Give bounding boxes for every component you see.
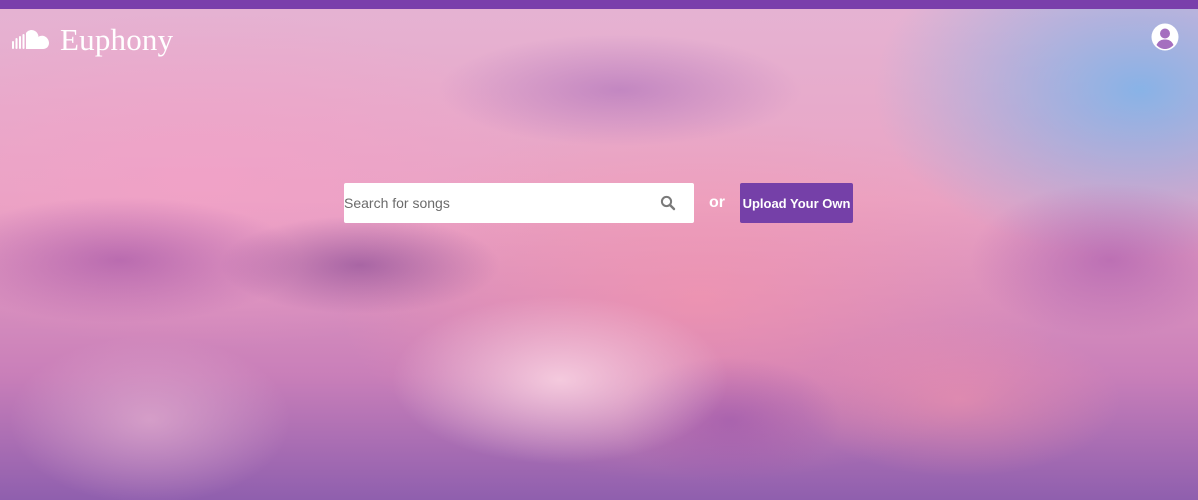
profile-button[interactable]: [1151, 23, 1179, 51]
or-separator: or: [709, 194, 725, 211]
sky-background: [0, 0, 1198, 500]
search-icon[interactable]: [660, 195, 676, 211]
upload-your-own-button[interactable]: Upload Your Own: [740, 183, 853, 223]
search-box: [344, 183, 694, 223]
app-name: Euphony: [60, 22, 174, 57]
user-account-icon: [1151, 23, 1179, 51]
cloud-icon: [12, 28, 54, 52]
search-area: or Upload Your Own: [344, 183, 853, 223]
app-logo[interactable]: Euphony: [12, 22, 173, 58]
search-input[interactable]: [344, 184, 644, 222]
top-accent-bar: [0, 0, 1198, 9]
